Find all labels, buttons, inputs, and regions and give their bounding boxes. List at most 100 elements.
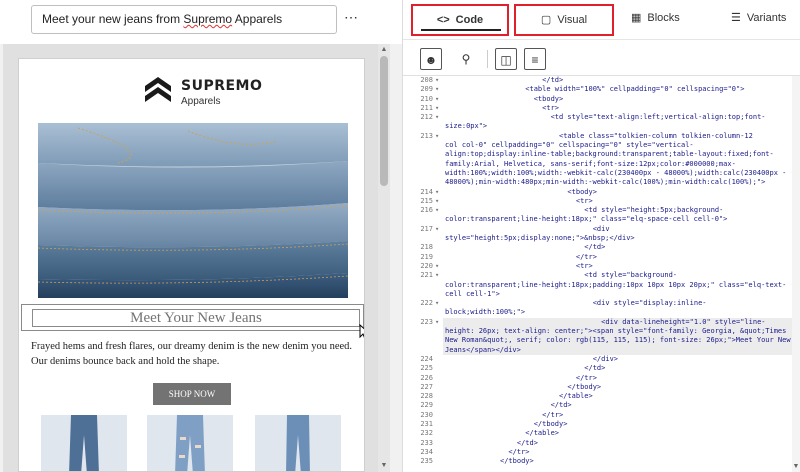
code-text: </tbody> (441, 457, 534, 466)
line-number: 216 (420, 206, 433, 215)
code-line[interactable]: 235 </tbody> (403, 457, 800, 466)
logo-subtitle: Apparels (181, 96, 221, 107)
line-number: 212 (420, 113, 433, 122)
code-line[interactable]: 231 </tbody> (403, 420, 800, 429)
code-line[interactable]: 217 ▾ <div style="height:5px;display:none;… (403, 225, 800, 244)
code-line[interactable]: 210 ▾ <tbody> (403, 95, 800, 104)
code-line[interactable]: 234 </tr> (403, 448, 800, 457)
code-line[interactable]: 211 ▾ <tr> (403, 104, 800, 113)
editor-tabs: <> Code ▢ Visual ▦ Blocks ☰ Variants (403, 0, 800, 40)
code-line[interactable]: 218 </td> (403, 243, 800, 252)
code-text: <tr> (441, 103, 560, 112)
tab-code[interactable]: <> Code (411, 4, 509, 36)
code-text: <tr> (441, 196, 593, 205)
search-icon[interactable]: ⚲ (455, 48, 477, 70)
code-line[interactable]: 227 </tbody> (403, 383, 800, 392)
code-text: <table width="100%" cellpadding="0" cell… (441, 85, 745, 94)
code-line[interactable]: 212 ▾ <td style="text-align:left;vertical… (403, 113, 800, 132)
code-line[interactable]: 226 </tr> (403, 374, 800, 383)
code-scrollbar[interactable]: ▼ (792, 76, 800, 472)
code-text-wrapped: height: 26px; text-align: center;"><span… (445, 327, 791, 354)
document-icon[interactable]: ◫ (495, 48, 517, 70)
selected-text-block[interactable]: Meet Your New Jeans (21, 304, 364, 331)
jeans-product-icon (41, 415, 127, 471)
code-line[interactable]: 225 </td> (403, 364, 800, 373)
line-number: 222 (420, 299, 433, 308)
code-line[interactable]: 209 ▾ <table width="100%" cellpadding="0"… (403, 85, 800, 94)
scroll-down-icon[interactable]: ▼ (792, 463, 800, 470)
code-line[interactable]: 220 ▾ <tr> (403, 262, 800, 271)
code-line[interactable]: 229 </td> (403, 401, 800, 410)
line-number: 215 (420, 196, 433, 205)
code-text: </div> (441, 354, 619, 363)
stack-icon: ☰ (731, 12, 741, 24)
product-image-2[interactable] (147, 415, 233, 471)
tab-variants[interactable]: ☰ Variants (731, 4, 800, 36)
heading-text[interactable]: Meet Your New Jeans (32, 309, 360, 327)
code-text-wrapped: style="height:5px;display:none;">&nbsp;<… (445, 234, 635, 243)
line-number: 226 (420, 373, 433, 382)
code-line[interactable]: 219 </tr> (403, 253, 800, 262)
product-image-3[interactable] (255, 415, 341, 471)
tab-variants-label: Variants (746, 12, 787, 24)
shop-now-button[interactable]: SHOP NOW (153, 383, 231, 405)
more-options-icon[interactable]: ⋯ (342, 10, 360, 28)
scrollbar-thumb[interactable] (380, 56, 388, 186)
code-text: <tbody> (441, 94, 564, 103)
code-line[interactable]: 214 ▾ <tbody> (403, 188, 800, 197)
line-number: 228 (420, 392, 433, 401)
product-image-1[interactable] (41, 415, 127, 471)
tab-visual[interactable]: ▢ Visual (514, 4, 614, 36)
code-line[interactable]: 233 </td> (403, 439, 800, 448)
subject-tail: Apparels (232, 12, 283, 26)
line-number: 210 (420, 94, 433, 103)
code-text: </tr> (441, 373, 597, 382)
code-text-wrapped: size:0px"> (445, 122, 488, 131)
code-line[interactable]: 224 </div> (403, 355, 800, 364)
tab-blocks-label: Blocks (647, 12, 680, 24)
skinny-jeans-icon (255, 415, 341, 471)
format-align-icon[interactable]: ≡ (524, 48, 546, 70)
subject-input[interactable]: Meet your new jeans from Supremo Apparel… (31, 5, 337, 34)
tab-code-label: Code (455, 14, 484, 26)
code-line[interactable]: 213 ▾ <table class="tolkien-column tolkie… (403, 132, 800, 188)
stacked-jeans-image (38, 123, 348, 298)
brand-logo: SUPREMO Apparels (143, 75, 263, 109)
code-text-wrapped: block;width:100%;"> (445, 308, 526, 317)
code-line[interactable]: 216 ▾ <td style="height:5px;background-co… (403, 206, 800, 225)
code-line[interactable]: 208 ▾ </td> (403, 76, 800, 85)
subject-text: Meet your new jeans from (42, 12, 184, 26)
supremo-logo-icon (145, 77, 171, 102)
tab-blocks[interactable]: ▦ Blocks (631, 4, 701, 36)
line-number: 235 (420, 457, 433, 466)
code-line[interactable]: 221 ▾ <td style="background-color:transpa… (403, 271, 800, 299)
code-line[interactable]: 215 ▾ <tr> (403, 197, 800, 206)
mouse-cursor-icon (359, 324, 364, 339)
hero-image[interactable] (38, 123, 348, 298)
scroll-up-icon[interactable]: ▲ (380, 46, 388, 54)
portrait-icon[interactable]: ☻ (420, 48, 442, 70)
code-view[interactable]: 208 ▾ </td> 209 ▾ <table width="100%" cellp… (403, 76, 800, 472)
code-text: </tbody> (441, 382, 602, 391)
preview-scrollbar[interactable]: ▲ ▼ (378, 44, 390, 472)
scroll-down-icon[interactable]: ▼ (380, 462, 388, 470)
line-number: 220 (420, 261, 433, 270)
line-number: 227 (420, 382, 433, 391)
subject-bar: Meet your new jeans from Supremo Apparel… (0, 0, 402, 44)
line-number: 231 (420, 419, 433, 428)
code-text: <div (441, 224, 610, 233)
line-number: 211 (420, 103, 433, 112)
line-number: 219 (420, 252, 433, 261)
code-line[interactable]: 222 ▾ <div style="display:inline-block;wi… (403, 299, 800, 318)
code-text: <tbody> (441, 187, 597, 196)
code-line[interactable]: 230 </tr> (403, 411, 800, 420)
code-text: </td> (441, 438, 538, 447)
code-line[interactable]: 232 </table> (403, 429, 800, 438)
body-paragraph[interactable]: Frayed hems and fresh flares, our dreamy… (31, 339, 356, 369)
code-text: </tr> (441, 410, 564, 419)
line-number: 234 (420, 447, 433, 456)
code-text: </table> (441, 392, 593, 401)
code-line[interactable]: 223 ▾ <div data-lineheight="1.0" style="l… (403, 317, 800, 355)
line-number: 213 (420, 131, 433, 140)
code-line[interactable]: 228 </table> (403, 392, 800, 401)
